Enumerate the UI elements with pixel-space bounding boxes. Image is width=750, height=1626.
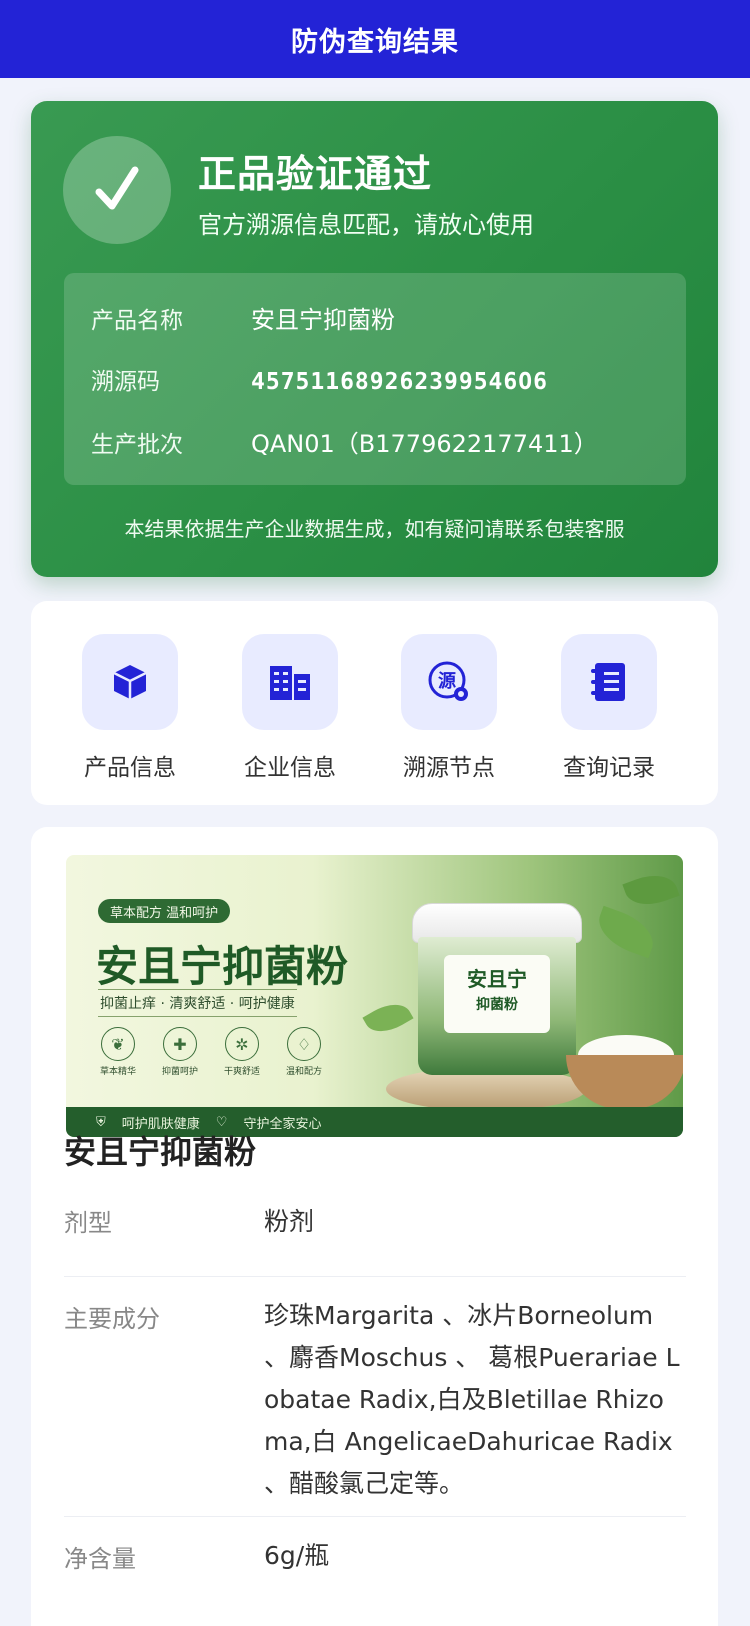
info-label: 生产批次 xyxy=(91,432,183,458)
product-name: 安且宁抑菌粉 xyxy=(64,1133,257,1171)
shield-icon: ✚ xyxy=(163,1027,197,1061)
spec-label: 剂型 xyxy=(64,1209,112,1237)
info-label: 产品名称 xyxy=(91,308,183,334)
banner-slogan: 抑菌止痒 · 清爽舒适 · 呵护健康 xyxy=(98,989,297,1017)
spec-table: 剂型 粉剂 主要成分 珍珠Margarita 、冰片Borneolum 、麝香M… xyxy=(64,1195,686,1597)
info-row-product-name: 产品名称 安且宁抑菌粉 xyxy=(91,300,395,335)
verify-title: 正品验证通过 xyxy=(198,152,433,196)
drop-icon: ♢ xyxy=(287,1027,321,1061)
badge: ✲ 干爽舒适 xyxy=(222,1027,262,1077)
spec-row-dosage-form: 剂型 粉剂 xyxy=(64,1195,686,1277)
info-value: QAN01（B1779622177411） xyxy=(251,430,598,458)
building-icon xyxy=(242,634,338,730)
info-label: 溯源码 xyxy=(91,369,160,395)
spec-row-net-content: 净含量 6g/瓶 xyxy=(64,1517,686,1597)
spec-row-ingredients: 主要成分 珍珠Margarita 、冰片Borneolum 、麝香Moschus… xyxy=(64,1277,686,1517)
badge: ✚ 抑菌呵护 xyxy=(160,1027,200,1077)
verify-subtitle: 官方溯源信息匹配，请放心使用 xyxy=(198,211,534,239)
spec-value: 珍珠Margarita 、冰片Borneolum 、麝香Moschus 、 葛根… xyxy=(264,1301,680,1498)
banner-badges: ❦ 草本精华 ✚ 抑菌呵护 ✲ 干爽舒适 ♢ 温和配方 xyxy=(98,1027,324,1077)
badge: ❦ 草本精华 xyxy=(98,1027,138,1077)
nav-item-product-info[interactable]: 产品信息 xyxy=(60,634,200,782)
info-row-batch: 生产批次 QAN01（B1779622177411） xyxy=(91,424,598,459)
leaf-decoration xyxy=(622,867,680,913)
verify-note: 本结果依据生产企业数据生成，如有疑问请联系包装客服 xyxy=(124,517,625,541)
nav-label: 溯源节点 xyxy=(403,755,495,781)
product-detail-card: 草本配方 温和呵护 安且宁抑菌粉 抑菌止痒 · 清爽舒适 · 呵护健康 ❦ 草本精… xyxy=(31,827,718,1626)
product-jar: 安且宁 抑菌粉 xyxy=(412,903,582,1075)
verification-result-card: 正品验证通过 官方溯源信息匹配，请放心使用 产品名称 安且宁抑菌粉 溯源码 4575… xyxy=(31,101,718,577)
nav-item-query-records[interactable]: 查询记录 xyxy=(539,634,679,782)
banner-tag: 草本配方 温和呵护 xyxy=(98,899,231,923)
info-row-trace-code: 溯源码 457511689262399546O6 xyxy=(91,362,548,396)
nav-item-company-info[interactable]: 企业信息 xyxy=(220,634,360,782)
info-value: 安且宁抑菌粉 xyxy=(251,306,395,334)
badge: ♢ 温和配方 xyxy=(284,1027,324,1077)
spec-label: 主要成分 xyxy=(64,1305,160,1333)
nav-label: 企业信息 xyxy=(244,755,336,781)
cube-icon xyxy=(82,634,178,730)
record-book-icon xyxy=(561,634,657,730)
quick-nav-card: 产品信息 企业信息 源 溯源节点 查询记录 xyxy=(31,601,718,805)
source-icon-glyph: 源 xyxy=(438,670,456,692)
info-value: 457511689262399546O6 xyxy=(251,369,548,395)
spec-label: 净含量 xyxy=(64,1545,136,1573)
herb-icon: ❦ xyxy=(101,1027,135,1061)
trace-info-box: 产品名称 安且宁抑菌粉 溯源码 457511689262399546O6 生产批次 Q… xyxy=(64,273,686,485)
check-icon xyxy=(63,136,171,244)
snowflake-icon: ✲ xyxy=(225,1027,259,1061)
page-title-bar: 防伪查询结果 xyxy=(0,0,750,78)
jar-body: 安且宁 抑菌粉 xyxy=(418,937,576,1075)
page-title: 防伪查询结果 xyxy=(291,26,459,58)
source-icon: 源 xyxy=(401,634,497,730)
jar-label: 安且宁 抑菌粉 xyxy=(444,955,550,1033)
spec-value: 6g/瓶 xyxy=(264,1541,330,1570)
wooden-bowl xyxy=(566,1055,683,1109)
banner-title: 安且宁抑菌粉 xyxy=(96,942,349,991)
spec-value: 粉剂 xyxy=(264,1207,315,1236)
nav-label: 产品信息 xyxy=(84,755,176,781)
product-banner-image: 草本配方 温和呵护 安且宁抑菌粉 抑菌止痒 · 清爽舒适 · 呵护健康 ❦ 草本精… xyxy=(66,855,683,1137)
nav-item-trace-nodes[interactable]: 源 溯源节点 xyxy=(379,634,519,782)
leaf-decoration xyxy=(362,995,414,1041)
nav-label: 查询记录 xyxy=(563,755,655,781)
leaf-decoration xyxy=(591,905,661,959)
